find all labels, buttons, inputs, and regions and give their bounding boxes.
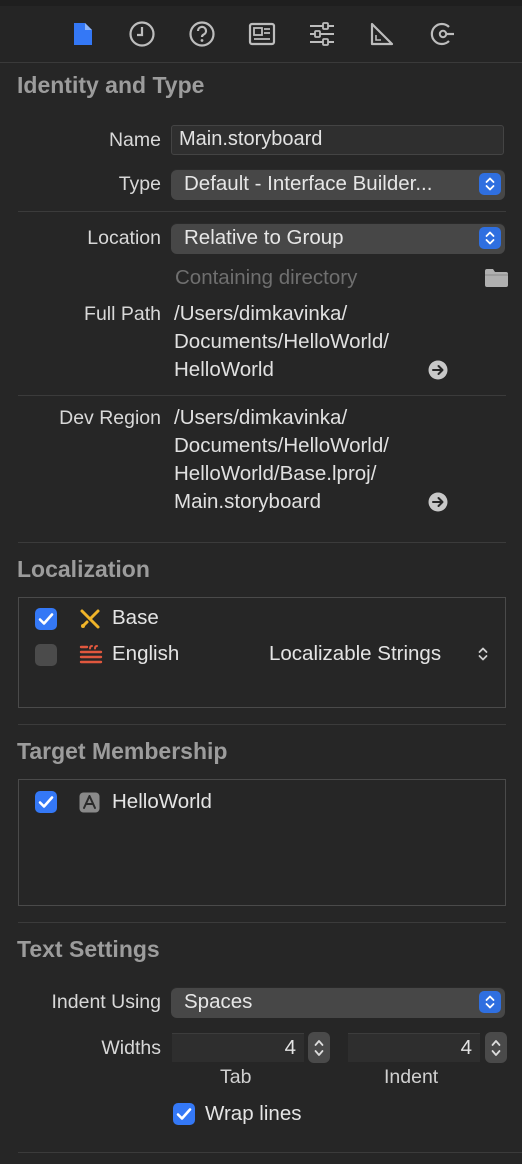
indent-width-stepper[interactable] xyxy=(485,1032,507,1063)
target-section-title: Target Membership xyxy=(17,738,228,764)
helloworld-checkbox[interactable] xyxy=(35,791,57,813)
name-value: Main.storyboard xyxy=(179,128,323,150)
folder-icon[interactable] xyxy=(484,268,509,293)
size-inspector-icon[interactable] xyxy=(364,18,400,50)
identity-divider-1 xyxy=(18,211,506,212)
location-popup[interactable]: Relative to Group xyxy=(171,223,505,254)
dev-region-line: Documents/HelloWorld/ xyxy=(174,434,389,457)
indent-using-popup[interactable]: Spaces xyxy=(171,987,505,1018)
full-path-value: /Users/dimkavinka/ Documents/HelloWorld/… xyxy=(174,300,389,384)
indent-using-value: Spaces xyxy=(184,990,253,1013)
widths-label: Widths xyxy=(101,1037,161,1059)
inspector-toolbar xyxy=(0,6,522,62)
quick-help-icon[interactable] xyxy=(184,18,220,50)
tab-label: Tab xyxy=(220,1066,252,1088)
helloworld-label: HelloWorld xyxy=(112,790,212,813)
text-settings-section-title: Text Settings xyxy=(17,936,160,962)
section-divider xyxy=(18,542,506,543)
dev-region-line: /Users/dimkavinka/ xyxy=(174,406,348,429)
chevron-updown-icon xyxy=(479,991,501,1013)
dev-region-line: Main.storyboard xyxy=(174,490,321,513)
type-label: Type xyxy=(118,173,161,195)
history-inspector-icon[interactable] xyxy=(124,18,160,50)
indent-using-label: Indent Using xyxy=(51,991,162,1013)
reveal-in-finder-icon[interactable] xyxy=(428,492,448,517)
chevron-updown-icon[interactable] xyxy=(477,645,489,668)
english-type-popup[interactable]: Localizable Strings xyxy=(269,642,441,666)
location-value: Relative to Group xyxy=(184,226,344,249)
tab-width-field[interactable]: 4 xyxy=(172,1033,304,1062)
section-divider xyxy=(18,922,506,923)
name-field[interactable]: Main.storyboard xyxy=(171,125,504,155)
file-inspector-icon[interactable] xyxy=(65,18,101,50)
strings-file-icon xyxy=(79,644,103,671)
full-path-line: Documents/HelloWorld/ xyxy=(174,330,389,353)
full-path-line: /Users/dimkavinka/ xyxy=(174,302,348,325)
indent-width-field[interactable]: 4 xyxy=(348,1033,480,1062)
attributes-inspector-icon[interactable] xyxy=(304,18,340,50)
name-label: Name xyxy=(108,129,161,151)
app-target-icon xyxy=(79,792,100,818)
indent-label: Indent xyxy=(384,1066,439,1088)
dev-region-label: Dev Region xyxy=(59,407,161,429)
section-divider xyxy=(18,724,506,725)
target-list: HelloWorld xyxy=(18,779,506,906)
bottom-divider xyxy=(18,1152,522,1153)
identity-divider-2 xyxy=(18,395,506,396)
localization-list: Base English Localizable Strings xyxy=(18,597,506,708)
identity-inspector-icon[interactable] xyxy=(244,18,280,50)
containing-directory-placeholder: Containing directory xyxy=(175,266,358,289)
english-checkbox[interactable] xyxy=(35,644,57,666)
english-label: English xyxy=(112,642,180,665)
identity-section-title: Identity and Type xyxy=(17,72,205,98)
type-popup[interactable]: Default - Interface Builder... xyxy=(171,169,505,200)
localization-section-title: Localization xyxy=(17,556,150,582)
interface-builder-icon xyxy=(79,608,101,635)
tab-width-stepper[interactable] xyxy=(308,1032,330,1063)
dev-region-line: HelloWorld/Base.lproj/ xyxy=(174,462,377,485)
chevron-updown-icon xyxy=(479,173,501,195)
base-checkbox[interactable] xyxy=(35,608,57,630)
full-path-line: HelloWorld xyxy=(174,358,274,381)
type-value: Default - Interface Builder... xyxy=(184,172,433,195)
base-label: Base xyxy=(112,606,159,629)
chevron-updown-icon xyxy=(479,227,501,249)
reveal-in-finder-icon[interactable] xyxy=(428,360,448,385)
toolbar-divider xyxy=(0,62,522,63)
indent-width-value: 4 xyxy=(460,1036,472,1059)
wrap-lines-label: Wrap lines xyxy=(205,1102,302,1125)
full-path-label: Full Path xyxy=(84,303,161,325)
location-label: Location xyxy=(87,227,161,249)
wrap-lines-checkbox[interactable] xyxy=(173,1103,195,1125)
dev-region-value: /Users/dimkavinka/ Documents/HelloWorld/… xyxy=(174,404,389,516)
connections-inspector-icon[interactable] xyxy=(424,18,460,50)
tab-width-value: 4 xyxy=(284,1036,296,1059)
